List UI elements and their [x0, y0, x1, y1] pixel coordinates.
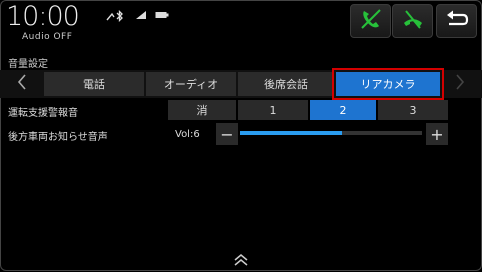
tab-scroll-left[interactable] [2, 72, 42, 96]
audio-status: Audio OFF [22, 32, 73, 42]
section-title: 音量設定 [8, 59, 48, 70]
back-icon [444, 9, 470, 33]
alert-option-3[interactable]: 3 [378, 100, 448, 120]
phone-hangup-off-icon [401, 8, 425, 34]
phone-hangup-off-button[interactable] [392, 4, 433, 38]
tab-phone[interactable]: 電話 [44, 72, 144, 96]
phone-off-icon [359, 8, 383, 34]
alert-option-off[interactable]: 消 [168, 100, 236, 120]
clock: 10:00 [6, 1, 80, 32]
back-button[interactable] [436, 4, 477, 38]
volume-increase-button[interactable]: + [426, 123, 448, 145]
tab-rear-camera[interactable]: リアカメラ [332, 68, 444, 100]
signal-icon [135, 10, 147, 25]
alert-sound-label: 運転支援警報音 [8, 108, 78, 119]
volume-value: Vol:6 [175, 129, 200, 140]
chevron-double-up-icon [229, 253, 253, 272]
expand-button[interactable] [229, 252, 253, 268]
tab-audio[interactable]: オーディオ [146, 72, 236, 96]
chevron-right-icon [455, 74, 465, 94]
alert-option-2[interactable]: 2 [310, 100, 376, 120]
rear-vehicle-notice-label: 後方車両お知らせ音声 [8, 132, 108, 143]
battery-icon [155, 10, 169, 25]
bluetooth-icon [105, 9, 127, 25]
status-icons [105, 9, 169, 25]
tab-rear-seat-talk[interactable]: 後席会話 [238, 72, 334, 96]
tab-scroll-right[interactable] [440, 72, 480, 96]
volume-decrease-button[interactable]: − [216, 123, 238, 145]
alert-option-1[interactable]: 1 [238, 100, 308, 120]
phone-off-button[interactable] [350, 4, 391, 38]
volume-slider-fill [240, 131, 342, 135]
chevron-left-icon [17, 74, 27, 94]
